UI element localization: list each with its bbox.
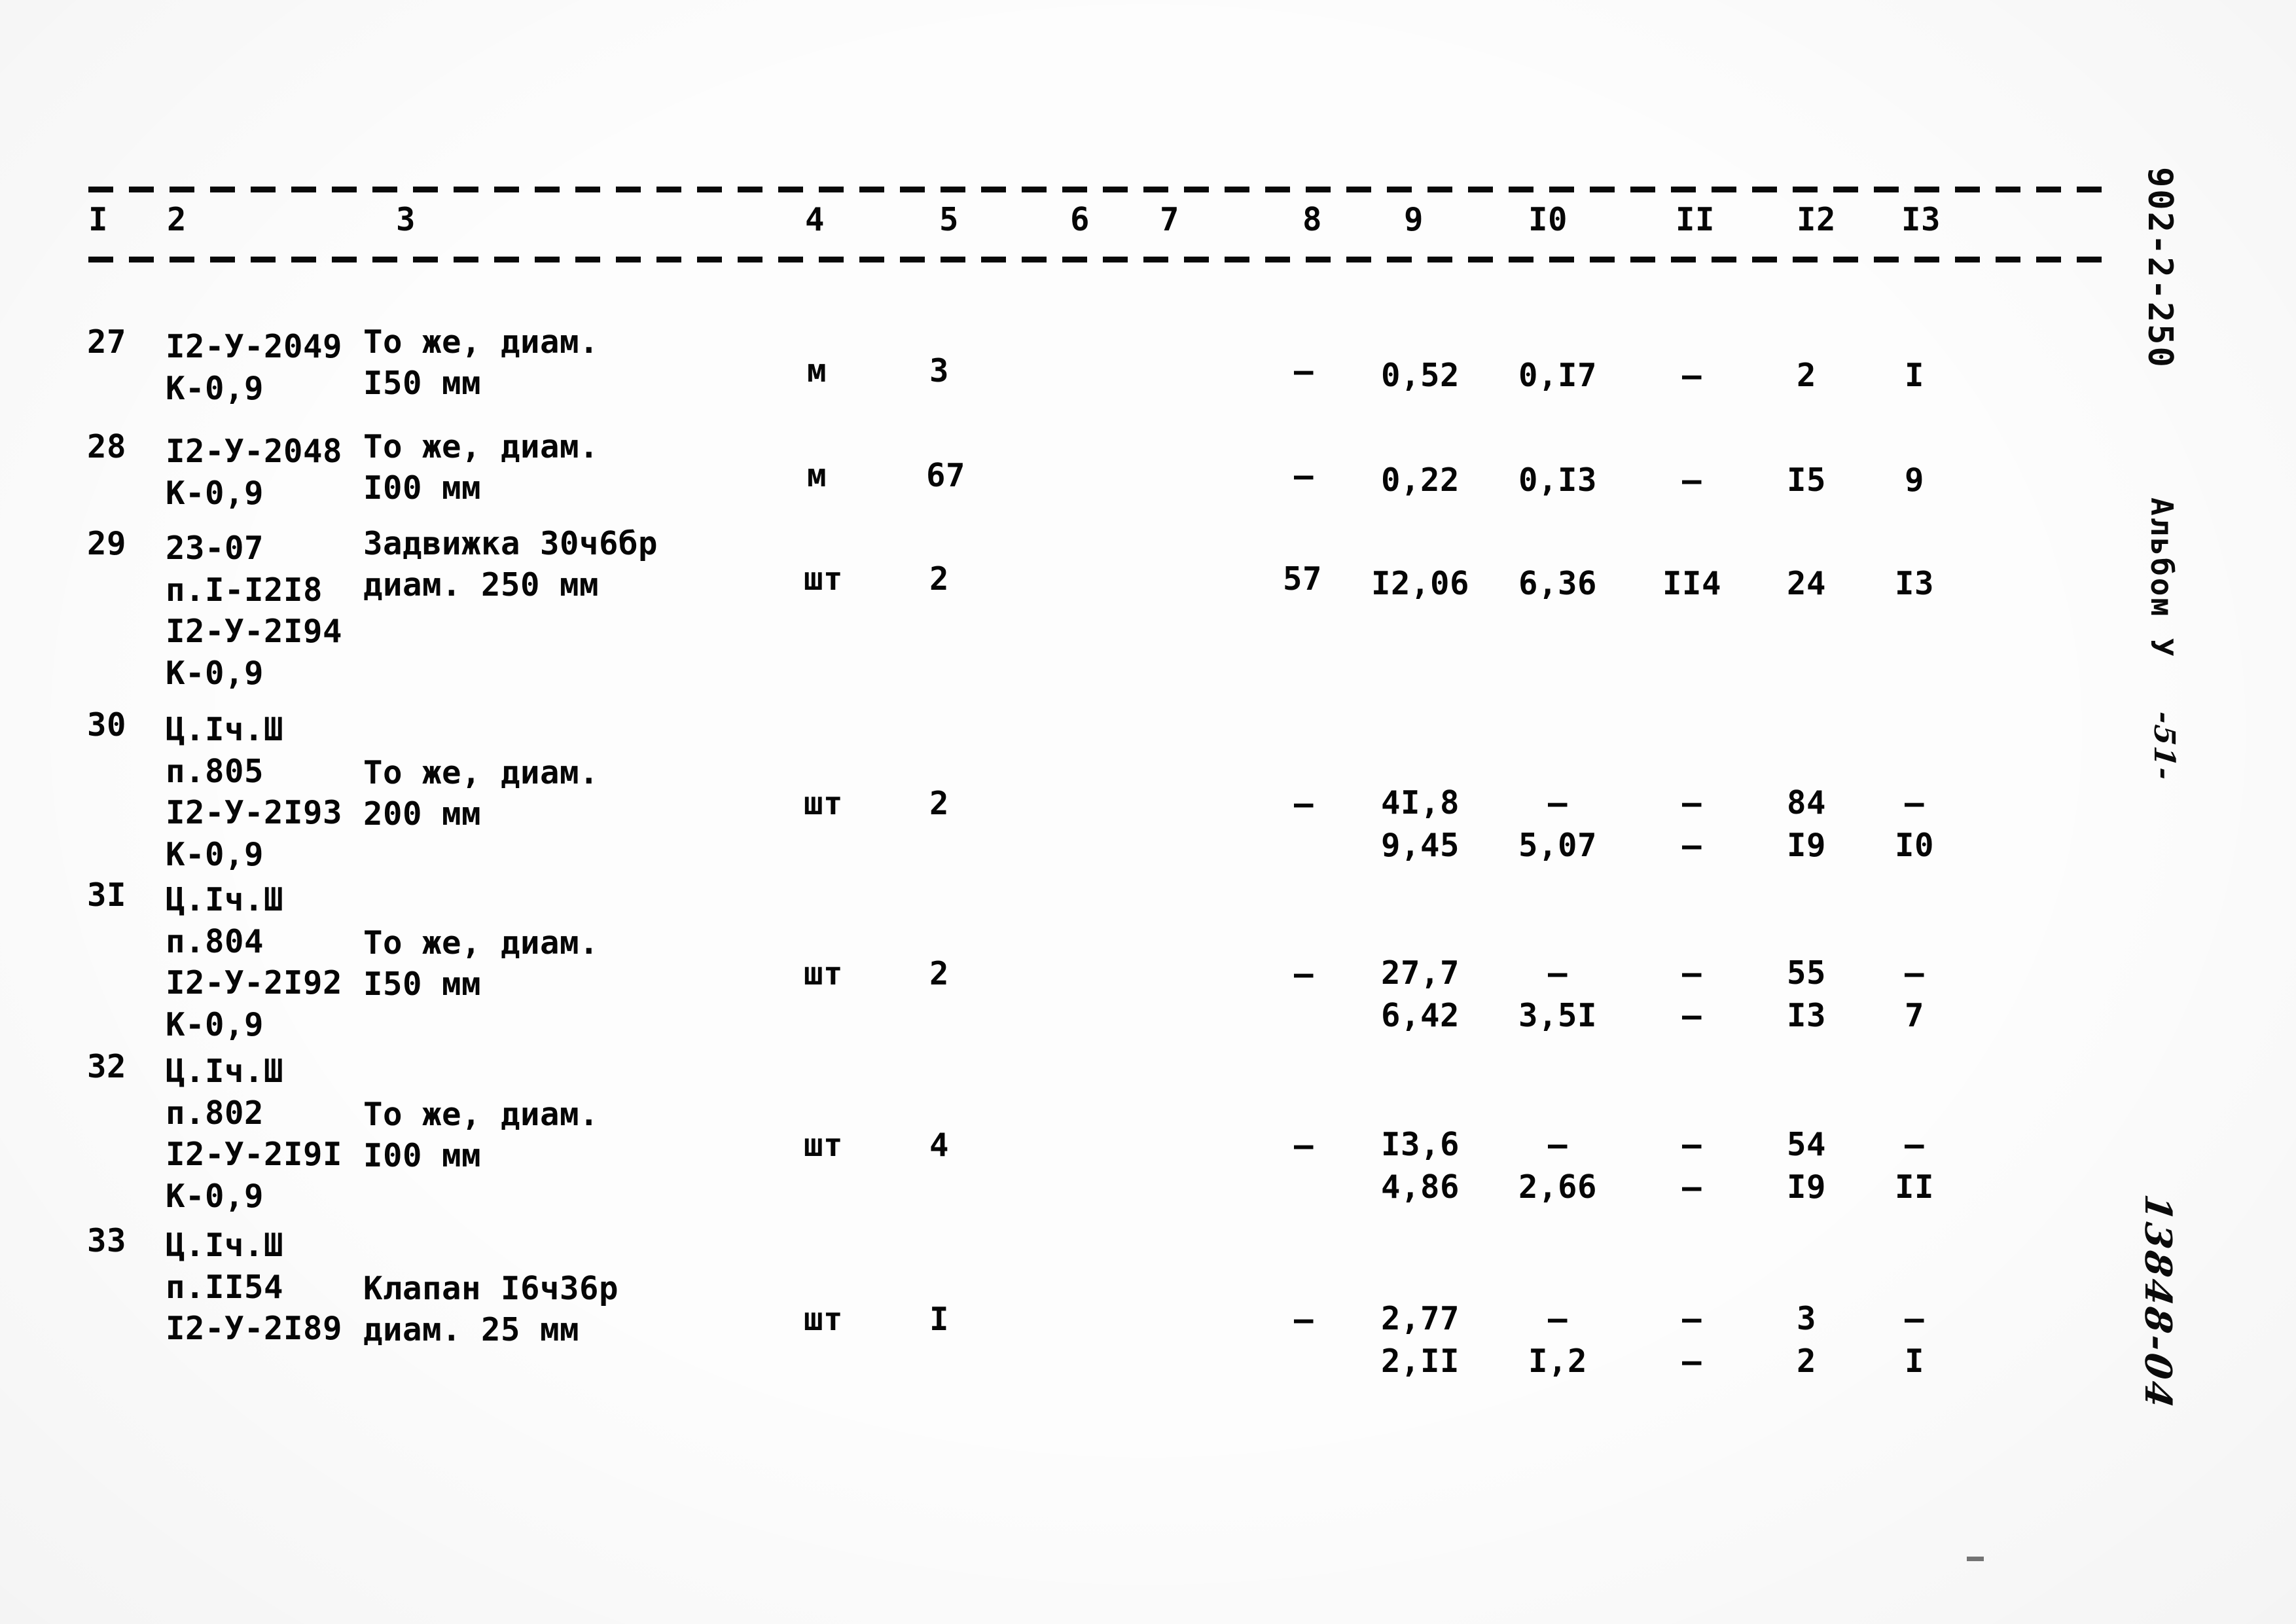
- row-unit: шт: [803, 955, 843, 992]
- page-number: -51-: [2147, 710, 2181, 783]
- row-col11: – –: [1681, 1126, 1702, 1206]
- row-col13: 9: [1904, 461, 1924, 499]
- row-code: Ц.Iч.Ш п.804 I2-У-2I92 К-0,9: [166, 881, 343, 1044]
- row-number: 29: [87, 525, 127, 562]
- row-number: 32: [87, 1048, 127, 1085]
- row-col12: 2: [1796, 357, 1816, 394]
- row-description: Клапан I6ч36р диам. 25 мм: [363, 1270, 619, 1348]
- row-col10: 0,I7: [1518, 357, 1597, 394]
- column-header-10: I0: [1528, 201, 1568, 238]
- row-col10: – I,2: [1528, 1300, 1587, 1380]
- row-col12: 54 I9: [1786, 1126, 1826, 1206]
- row-col13: I3: [1894, 565, 1934, 602]
- row-number: 3I: [87, 876, 127, 914]
- row-qty: 2: [929, 785, 949, 822]
- row-col11: II4: [1662, 565, 1721, 602]
- row-col8: –: [1293, 955, 1314, 992]
- row-number: 30: [87, 706, 127, 744]
- row-qty: 67: [925, 457, 965, 494]
- row-code: I2-У-2049 К-0,9: [166, 328, 343, 407]
- column-header-7: 7: [1160, 201, 1180, 238]
- row-description: То же, диам. I50 мм: [363, 924, 600, 1003]
- row-description: То же, диам. I00 мм: [363, 1096, 600, 1174]
- column-header-3: 3: [396, 201, 416, 238]
- row-unit: м: [806, 457, 827, 494]
- row-col11: –: [1681, 357, 1702, 394]
- row-col11: –: [1681, 461, 1702, 499]
- document-code: 902-2-250: [2140, 167, 2179, 369]
- column-header-6: 6: [1070, 201, 1090, 238]
- row-col12: I5: [1786, 461, 1826, 499]
- row-qty: 2: [929, 560, 949, 598]
- row-col12: 3 2: [1796, 1300, 1816, 1380]
- row-code: Ц.Iч.Ш п.802 I2-У-2I9I К-0,9: [166, 1053, 343, 1216]
- row-col13: – I0: [1894, 784, 1934, 864]
- row-col13: I: [1904, 357, 1924, 394]
- row-unit: шт: [803, 560, 843, 598]
- row-col11: – –: [1681, 784, 1702, 864]
- row-qty: I: [929, 1301, 949, 1338]
- row-col11: – –: [1681, 1300, 1702, 1380]
- row-col10: – 2,66: [1518, 1126, 1597, 1206]
- row-qty: 3: [929, 352, 949, 389]
- row-col8: –: [1293, 785, 1314, 822]
- row-col9: I2,06: [1371, 565, 1469, 602]
- column-header-5: 5: [939, 201, 960, 238]
- row-col13: – 7: [1904, 954, 1924, 1034]
- column-header-4: 4: [805, 201, 825, 238]
- row-col12: 55 I3: [1786, 954, 1826, 1034]
- row-description: То же, диам. I50 мм: [363, 323, 600, 402]
- column-header-1: I: [88, 201, 109, 238]
- row-unit: м: [806, 352, 827, 389]
- row-col11: – –: [1681, 954, 1702, 1034]
- column-header-13: I3: [1901, 201, 1941, 238]
- row-number: 28: [87, 428, 127, 465]
- row-col13: – II: [1894, 1126, 1934, 1206]
- row-col8: 57: [1282, 560, 1322, 598]
- row-col13: – I: [1904, 1300, 1924, 1380]
- row-unit: шт: [803, 1301, 843, 1338]
- row-description: То же, диам. 200 мм: [363, 754, 600, 833]
- row-code: 23-07 п.I-I2I8 I2-У-2I94 К-0,9: [166, 530, 343, 693]
- column-header-9: 9: [1404, 201, 1424, 238]
- row-number: 27: [87, 323, 127, 361]
- row-unit: шт: [803, 1127, 843, 1164]
- row-col9: 27,7 6,42: [1380, 954, 1460, 1034]
- table-header-row: I 2 3 4 5 6 7 8 9 I0 II I2 I3: [88, 201, 2104, 251]
- table-top-rule: [88, 187, 2104, 192]
- row-col10: 6,36: [1518, 565, 1597, 602]
- row-code: I2-У-2048 К-0,9: [166, 433, 343, 512]
- column-header-12: I2: [1797, 201, 1837, 238]
- row-col9: 2,77 2,II: [1380, 1300, 1460, 1380]
- row-number: 33: [87, 1222, 127, 1259]
- row-col9: 0,22: [1380, 461, 1460, 499]
- row-col10: 0,I3: [1518, 461, 1597, 499]
- row-col12: 84 I9: [1786, 784, 1826, 864]
- row-col12: 24: [1786, 565, 1826, 602]
- column-header-2: 2: [167, 201, 187, 238]
- row-col9: 4I,8 9,45: [1380, 784, 1460, 864]
- archive-number: 13848-04: [2136, 1191, 2179, 1413]
- row-col8: –: [1293, 1301, 1314, 1338]
- column-header-11: II: [1676, 201, 1715, 238]
- row-unit: шт: [803, 785, 843, 822]
- row-col8: –: [1293, 352, 1314, 389]
- row-col10: – 3,5I: [1518, 954, 1597, 1034]
- row-col8: –: [1293, 1127, 1314, 1164]
- album-label: Альбом У: [2144, 497, 2179, 659]
- table-header-bottom-rule: [88, 257, 2104, 262]
- row-description: Задвижка 30ч6бр диам. 250 мм: [363, 525, 658, 604]
- column-header-8: 8: [1302, 201, 1323, 238]
- row-col9: I3,6 4,86: [1380, 1126, 1460, 1206]
- row-col10: – 5,07: [1518, 784, 1597, 864]
- scan-artifact-speck: [1967, 1557, 1984, 1561]
- row-col9: 0,52: [1380, 357, 1460, 394]
- row-code: Ц.Iч.Ш п.II54 I2-У-2I89: [166, 1227, 343, 1348]
- row-code: Ц.Iч.Ш п.805 I2-У-2I93 К-0,9: [166, 711, 343, 874]
- row-qty: 4: [929, 1127, 949, 1164]
- scanned-page: I 2 3 4 5 6 7 8 9 I0 II I2 I3 27 I2-У-20…: [0, 0, 2296, 1624]
- row-description: То же, диам. I00 мм: [363, 428, 600, 507]
- row-col8: –: [1293, 457, 1314, 494]
- row-qty: 2: [929, 955, 949, 992]
